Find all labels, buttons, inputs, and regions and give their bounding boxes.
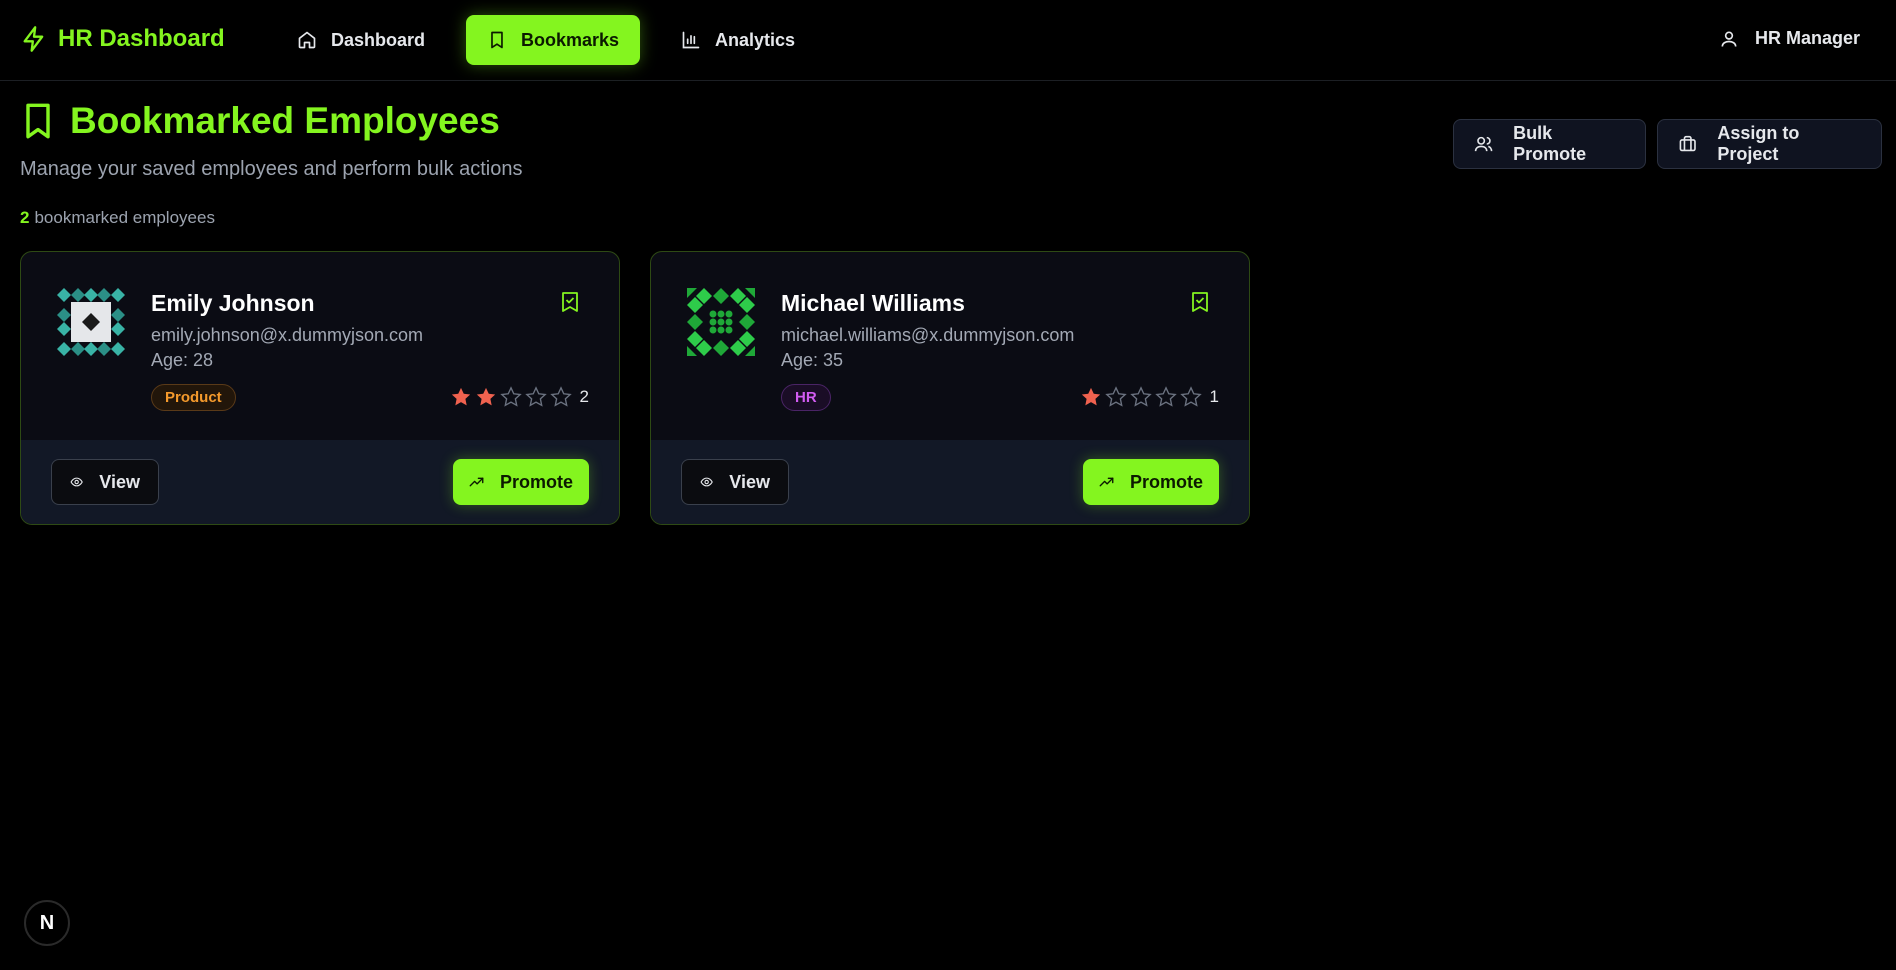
- home-icon: [298, 31, 316, 49]
- star-rating: 2: [450, 386, 589, 408]
- star-empty-icon: [1179, 386, 1202, 407]
- user-name: HR Manager: [1754, 28, 1860, 48]
- view-label: View: [99, 471, 140, 492]
- star-empty-icon: [1154, 386, 1177, 407]
- nav-analytics[interactable]: Analytics: [660, 15, 816, 65]
- page-title-text: Bookmarked Employees: [70, 100, 500, 141]
- avatar: [687, 288, 755, 356]
- employee-card: Michael Williams michael.williams@x.dumm…: [650, 251, 1250, 525]
- bookmark-count-number: 2: [20, 208, 30, 227]
- nav-bookmarks-label: Bookmarks: [520, 29, 619, 50]
- star-empty-icon: [549, 386, 572, 407]
- employee-age: Age: 28: [151, 350, 214, 370]
- promote-label: Promote: [1129, 471, 1203, 492]
- nav-analytics-label: Analytics: [715, 29, 796, 50]
- promote-button[interactable]: Promote: [453, 459, 589, 505]
- trending-up-icon: [469, 477, 484, 487]
- eye-icon: [70, 477, 83, 487]
- department-badge: HR: [781, 384, 831, 411]
- user-icon: [1721, 30, 1737, 47]
- star-empty-icon: [499, 386, 522, 407]
- users-icon: [1474, 136, 1493, 152]
- rating-value: 2: [579, 387, 589, 406]
- promote-button[interactable]: Promote: [1083, 459, 1219, 505]
- employee-card-body: Emily Johnson emily.johnson@x.dummyjson.…: [21, 252, 619, 440]
- star-rating: 1: [1080, 386, 1219, 408]
- user-menu[interactable]: HR Manager: [1719, 28, 1860, 49]
- employee-age: Age: 35: [781, 350, 844, 370]
- lightning-icon: [23, 26, 44, 52]
- employee-email: emily.johnson@x.dummyjson.com: [151, 325, 424, 345]
- bar-chart-icon: [682, 31, 700, 49]
- bulk-promote-label: Bulk Promote: [1513, 123, 1587, 164]
- employee-email: michael.williams@x.dummyjson.com: [781, 325, 1075, 345]
- star-filled-icon: [451, 387, 470, 406]
- brand-title: HR Dashboard: [58, 25, 225, 52]
- employee-card: Emily Johnson emily.johnson@x.dummyjson.…: [20, 251, 620, 525]
- nav-bookmarks[interactable]: Bookmarks: [466, 15, 640, 65]
- brand[interactable]: HR Dashboard: [20, 24, 225, 54]
- nav-dashboard[interactable]: Dashboard: [276, 15, 446, 65]
- view-button[interactable]: View: [681, 459, 789, 505]
- assign-project-button[interactable]: Assign to Project: [1657, 119, 1882, 169]
- page-subtitle: Manage your saved employees and perform …: [20, 158, 523, 180]
- bookmark-check-icon[interactable]: [561, 292, 579, 312]
- bookmark-count-label: bookmarked employees: [34, 208, 215, 227]
- star-filled-icon: [1081, 387, 1100, 406]
- eye-icon: [700, 477, 713, 487]
- star-empty-icon: [524, 386, 547, 407]
- top-nav: HR Dashboard Dashboard Bookmarks Analyti…: [0, 0, 1896, 81]
- employee-name: Michael Williams: [781, 290, 965, 316]
- bulk-promote-button[interactable]: Bulk Promote: [1453, 119, 1646, 169]
- bookmark-check-icon[interactable]: [1191, 292, 1209, 312]
- trending-up-icon: [1099, 477, 1114, 487]
- employee-name: Emily Johnson: [151, 290, 315, 316]
- bookmark-icon: [491, 31, 503, 49]
- assign-project-label: Assign to Project: [1717, 123, 1800, 164]
- star-empty-icon: [1129, 386, 1152, 407]
- avatar: [57, 288, 125, 356]
- view-label: View: [729, 471, 770, 492]
- bookmark-icon: [26, 103, 50, 139]
- promote-label: Promote: [499, 471, 573, 492]
- department-badge: Product: [151, 384, 236, 411]
- briefcase-icon: [1679, 135, 1696, 152]
- bookmark-count: 2 bookmarked employees: [20, 208, 215, 228]
- nav-dashboard-label: Dashboard: [331, 29, 426, 50]
- employee-card-body: Michael Williams michael.williams@x.dumm…: [651, 252, 1249, 440]
- dev-tools-badge[interactable]: N: [24, 900, 70, 946]
- star-filled-icon: [476, 387, 495, 406]
- view-button[interactable]: View: [51, 459, 159, 505]
- star-empty-icon: [1104, 386, 1127, 407]
- rating-value: 1: [1209, 387, 1219, 406]
- page-title: Bookmarked Employees: [20, 100, 500, 142]
